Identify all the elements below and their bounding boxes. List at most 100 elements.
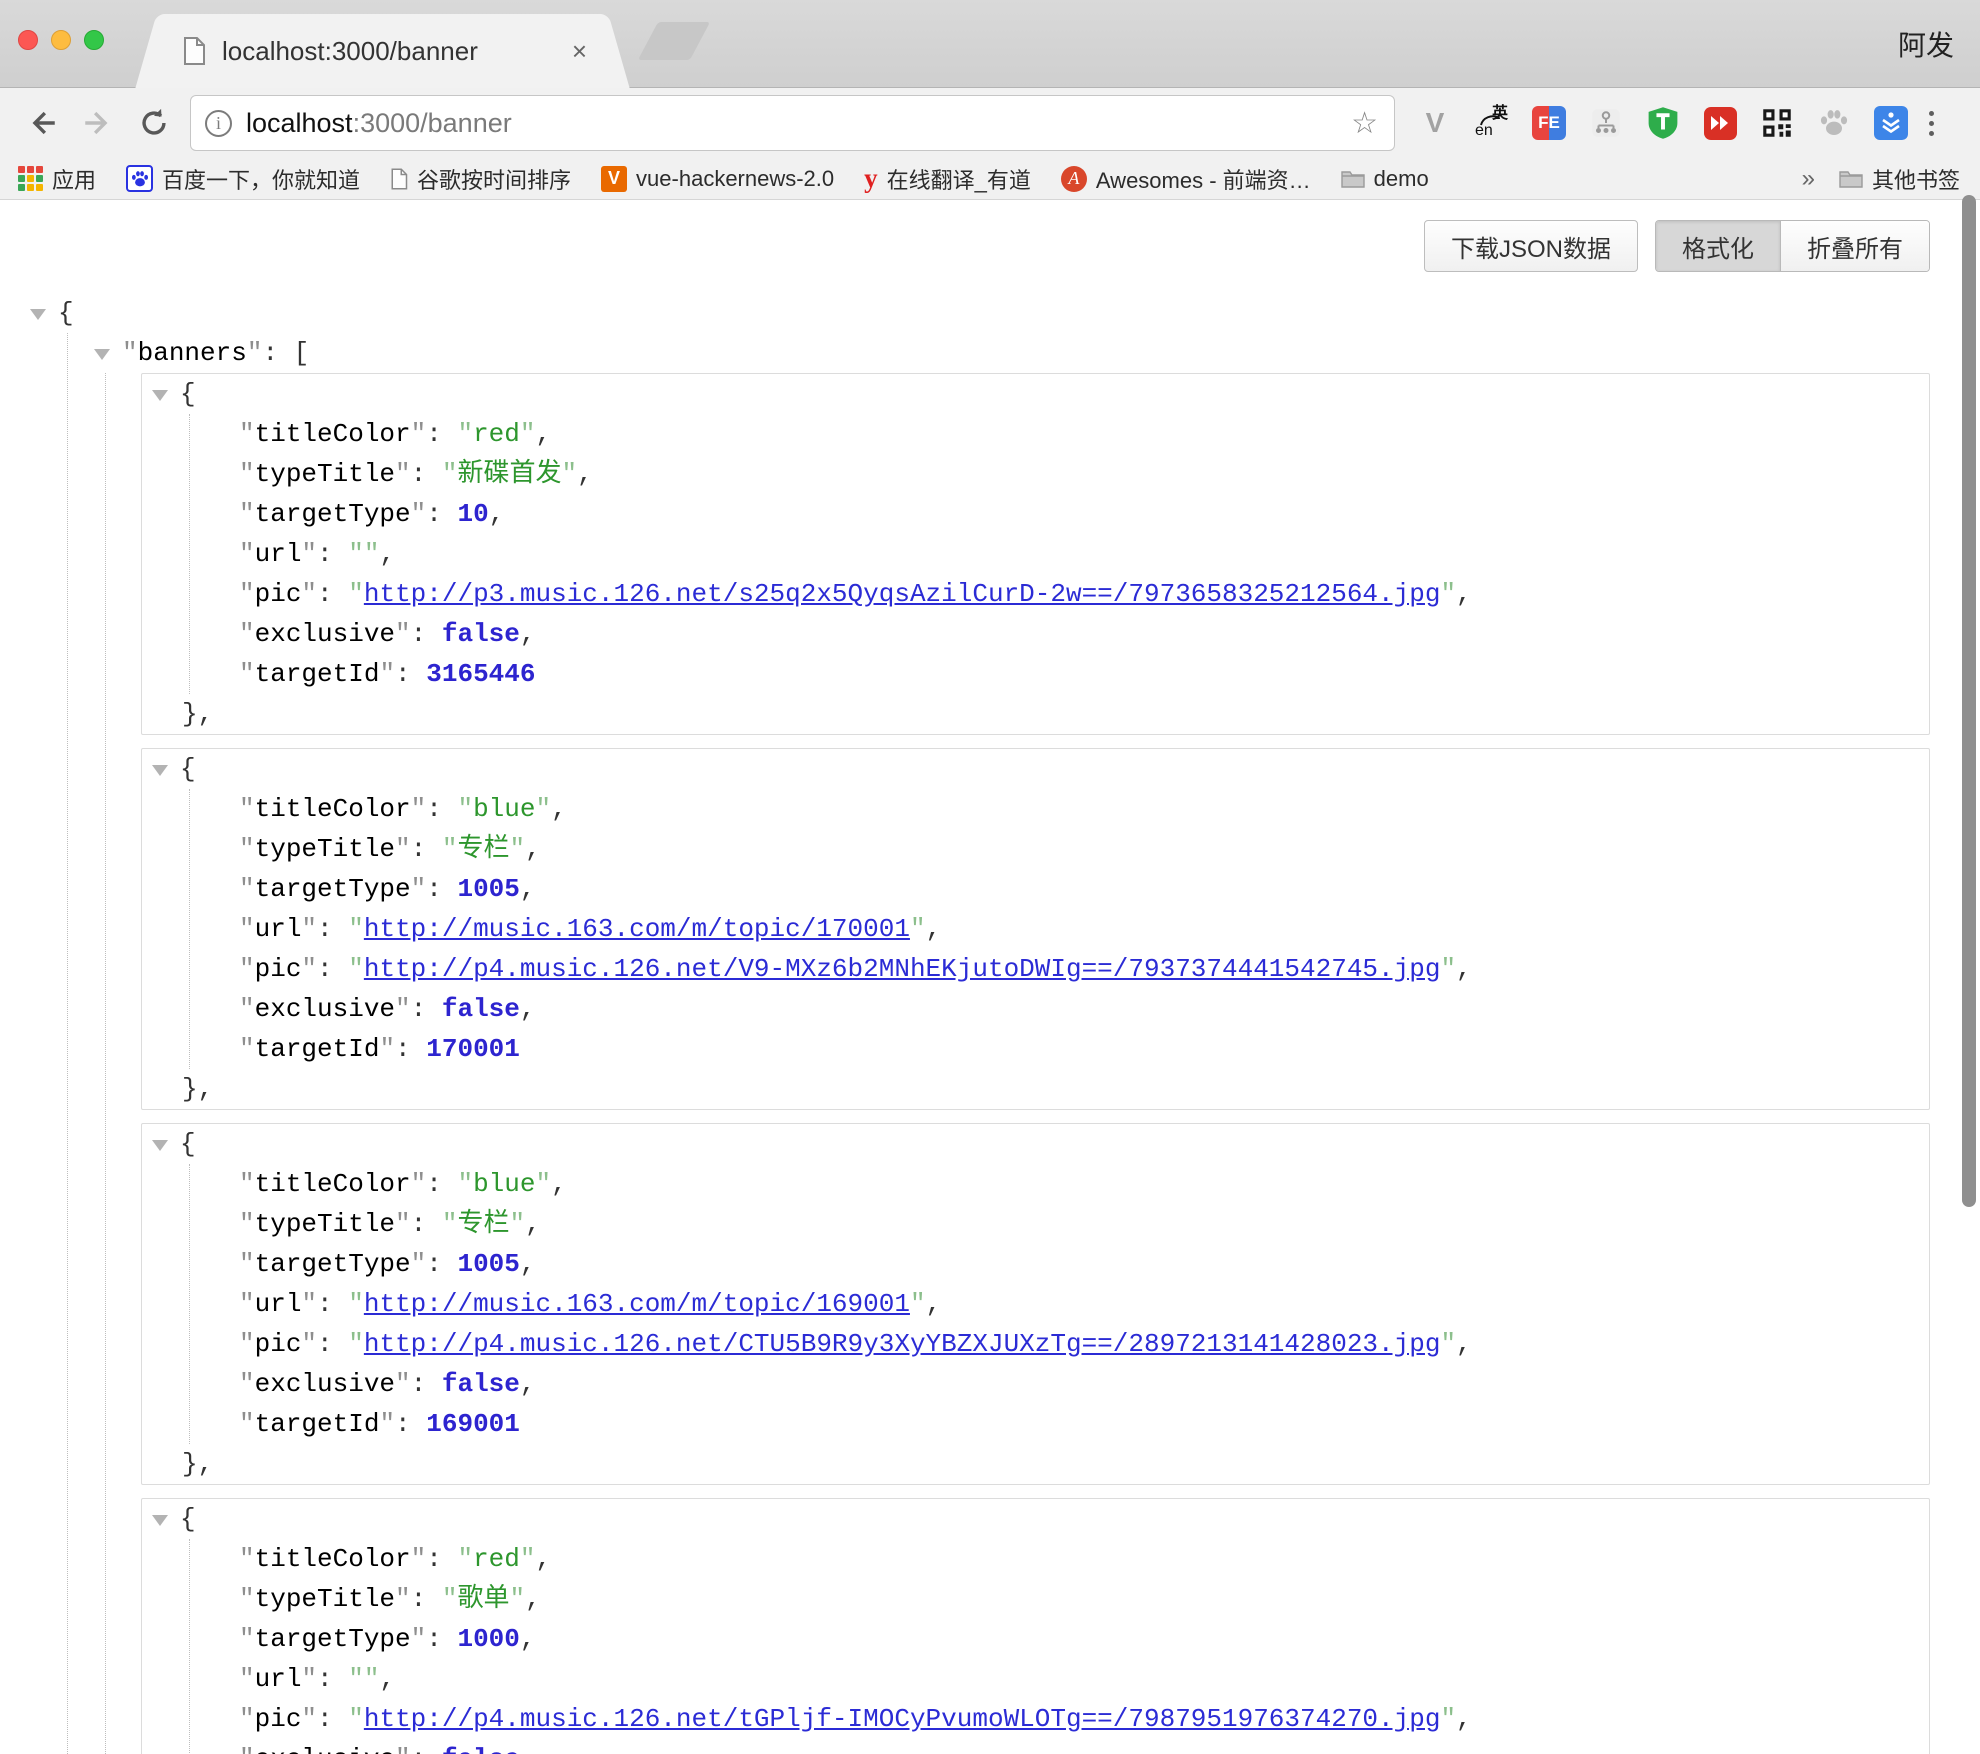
json-object-open: { (142, 749, 1929, 789)
json-object-box: { "titleColor": "red","typeTitle": "歌单",… (141, 1498, 1930, 1754)
json-link-value[interactable]: http://p4.music.126.net/V9-MXz6b2MNhEKju… (364, 954, 1441, 984)
banners-list: { "titleColor": "red","typeTitle": "新碟首发… (105, 373, 1980, 1754)
fe-extension-icon[interactable]: FE (1531, 105, 1567, 141)
json-entry-targetId: "targetId": 169001 (190, 1404, 1929, 1444)
json-number-value: 1005 (457, 1249, 519, 1279)
baidu-icon (126, 165, 153, 192)
json-key: targetId (255, 1034, 380, 1064)
bookmark-vue-hackernews[interactable]: V vue-hackernews-2.0 (601, 166, 834, 192)
zoom-window-button[interactable] (84, 30, 104, 50)
json-link-value[interactable]: http://p4.music.126.net/CTU5B9R9y3XyYBZX… (364, 1329, 1441, 1359)
json-entry-targetType: "targetType": 1005, (190, 1244, 1929, 1284)
collapse-toggle-icon[interactable] (94, 349, 110, 360)
json-entry-titleColor: "titleColor": "blue", (190, 1164, 1929, 1204)
forward-button[interactable] (78, 103, 118, 143)
json-link-value[interactable]: http://music.163.com/m/topic/169001 (364, 1289, 910, 1319)
bookmarks-bar: 应用 百度一下，你就知道 谷歌按时间排序 V vue-hackernews-2.… (0, 158, 1980, 200)
collapse-toggle-icon[interactable] (152, 765, 168, 776)
json-entry-pic: "pic": "http://p4.music.126.net/V9-MXz6b… (190, 949, 1929, 989)
tab-title: localhost:3000/banner (222, 36, 560, 67)
back-button[interactable] (22, 103, 62, 143)
profile-name[interactable]: 阿发 (1898, 24, 1954, 64)
other-bookmarks-folder[interactable]: 其他书签 (1839, 163, 1960, 195)
json-object-open: { (142, 1499, 1929, 1539)
collapse-toggle-icon[interactable] (152, 1140, 168, 1151)
bookmark-youdao[interactable]: y 在线翻译_有道 (864, 163, 1031, 195)
window-titlebar: localhost:3000/banner × 阿发 (0, 0, 1980, 88)
page-icon (390, 168, 408, 190)
json-link-value[interactable]: http://p3.music.126.net/s25q2x5QyqsAzilC… (364, 579, 1441, 609)
json-key: typeTitle (255, 459, 395, 489)
json-string-value: 专栏 (457, 1209, 509, 1239)
collapse-toggle-icon[interactable] (30, 309, 46, 320)
bookmarks-overflow-chevron[interactable]: » (1802, 165, 1815, 193)
json-entry-targetId: "targetId": 3165446 (190, 654, 1929, 694)
json-tree: { "banners": [ { "titleColor": "red","ty… (0, 293, 1980, 1754)
browser-tab[interactable]: localhost:3000/banner × (160, 14, 605, 88)
vue-devtools-extension-icon[interactable]: V (1417, 105, 1453, 141)
json-viewer-actions: 下载JSON数据 格式化 折叠所有 (0, 200, 1980, 272)
json-key: targetType (255, 1624, 411, 1654)
page-icon (182, 37, 206, 65)
json-object-close: }, (142, 1069, 1929, 1109)
json-entry-url: "url": "", (190, 1659, 1929, 1699)
json-entry-targetType: "targetType": 1005, (190, 869, 1929, 909)
url-path: :3000/banner (353, 108, 512, 138)
download-manager-extension-icon[interactable] (1873, 105, 1909, 141)
collapse-toggle-icon[interactable] (152, 390, 168, 401)
json-entry-exclusive: "exclusive": false, (190, 989, 1929, 1029)
json-number-value: 169001 (426, 1409, 520, 1439)
baidu-paw-extension-icon[interactable] (1816, 105, 1852, 141)
tab-close-icon[interactable]: × (572, 36, 587, 67)
json-entry-url: "url": "http://music.163.com/m/topic/169… (190, 1284, 1929, 1324)
scrollbar-thumb[interactable] (1962, 195, 1976, 1207)
json-key: exclusive (255, 1369, 395, 1399)
minimize-window-button[interactable] (51, 30, 71, 50)
video-speed-extension-icon[interactable] (1702, 105, 1738, 141)
json-entry-url: "url": "http://music.163.com/m/topic/170… (190, 909, 1929, 949)
tampermonkey-shield-extension-icon[interactable] (1645, 105, 1681, 141)
json-key: pic (255, 1704, 302, 1734)
download-json-button[interactable]: 下载JSON数据 (1424, 220, 1638, 272)
view-mode-segment: 格式化 折叠所有 (1655, 220, 1930, 272)
json-number-value: false (442, 1744, 520, 1754)
bookmark-apps[interactable]: 应用 (18, 163, 96, 195)
extension-icons: V 英 en FE (1417, 105, 1909, 141)
qr-code-extension-icon[interactable] (1759, 105, 1795, 141)
collapse-all-button[interactable]: 折叠所有 (1781, 221, 1929, 271)
json-entry-pic: "pic": "http://p4.music.126.net/CTU5B9R9… (190, 1324, 1929, 1364)
bookmark-star-icon[interactable]: ☆ (1351, 106, 1378, 141)
bookmark-google-sort[interactable]: 谷歌按时间排序 (390, 163, 571, 195)
address-bar[interactable]: i localhost:3000/banner ☆ (190, 95, 1395, 151)
json-link-value[interactable]: http://p4.music.126.net/tGPljf-IMOCyPvum… (364, 1704, 1441, 1734)
bookmark-demo-folder[interactable]: demo (1341, 166, 1429, 192)
json-object-close: }, (142, 694, 1929, 734)
new-tab-button[interactable] (638, 22, 710, 60)
folder-icon (1341, 169, 1365, 188)
bookmark-baidu[interactable]: 百度一下，你就知道 (126, 163, 360, 195)
format-button[interactable]: 格式化 (1656, 221, 1781, 271)
json-key: banners (138, 338, 247, 368)
json-entry-url: "url": "", (190, 534, 1929, 574)
json-string-value: 专栏 (457, 834, 509, 864)
translate-extension-icon[interactable]: 英 en (1474, 105, 1510, 141)
json-entry-titleColor: "titleColor": "red", (190, 1539, 1929, 1579)
json-entry-typeTitle: "typeTitle": "歌单", (190, 1579, 1929, 1619)
json-key: pic (255, 954, 302, 984)
json-link-value[interactable]: http://music.163.com/m/topic/170001 (364, 914, 910, 944)
url-text[interactable]: localhost:3000/banner (246, 108, 1341, 139)
browser-menu-icon[interactable] (1929, 111, 1934, 136)
vue-icon: V (601, 166, 627, 192)
page-info-icon[interactable]: i (205, 110, 232, 137)
close-window-button[interactable] (18, 30, 38, 50)
json-key: targetType (255, 874, 411, 904)
json-key: typeTitle (255, 1584, 395, 1614)
reload-button[interactable] (134, 103, 174, 143)
json-key: url (255, 539, 302, 569)
json-entry-titleColor: "titleColor": "blue", (190, 789, 1929, 829)
json-number-value: 1000 (457, 1624, 519, 1654)
json-key: typeTitle (255, 1209, 395, 1239)
bookmark-awesomes[interactable]: A Awesomes - 前端资… (1061, 163, 1311, 195)
sitemap-extension-icon[interactable] (1588, 105, 1624, 141)
collapse-toggle-icon[interactable] (152, 1515, 168, 1526)
